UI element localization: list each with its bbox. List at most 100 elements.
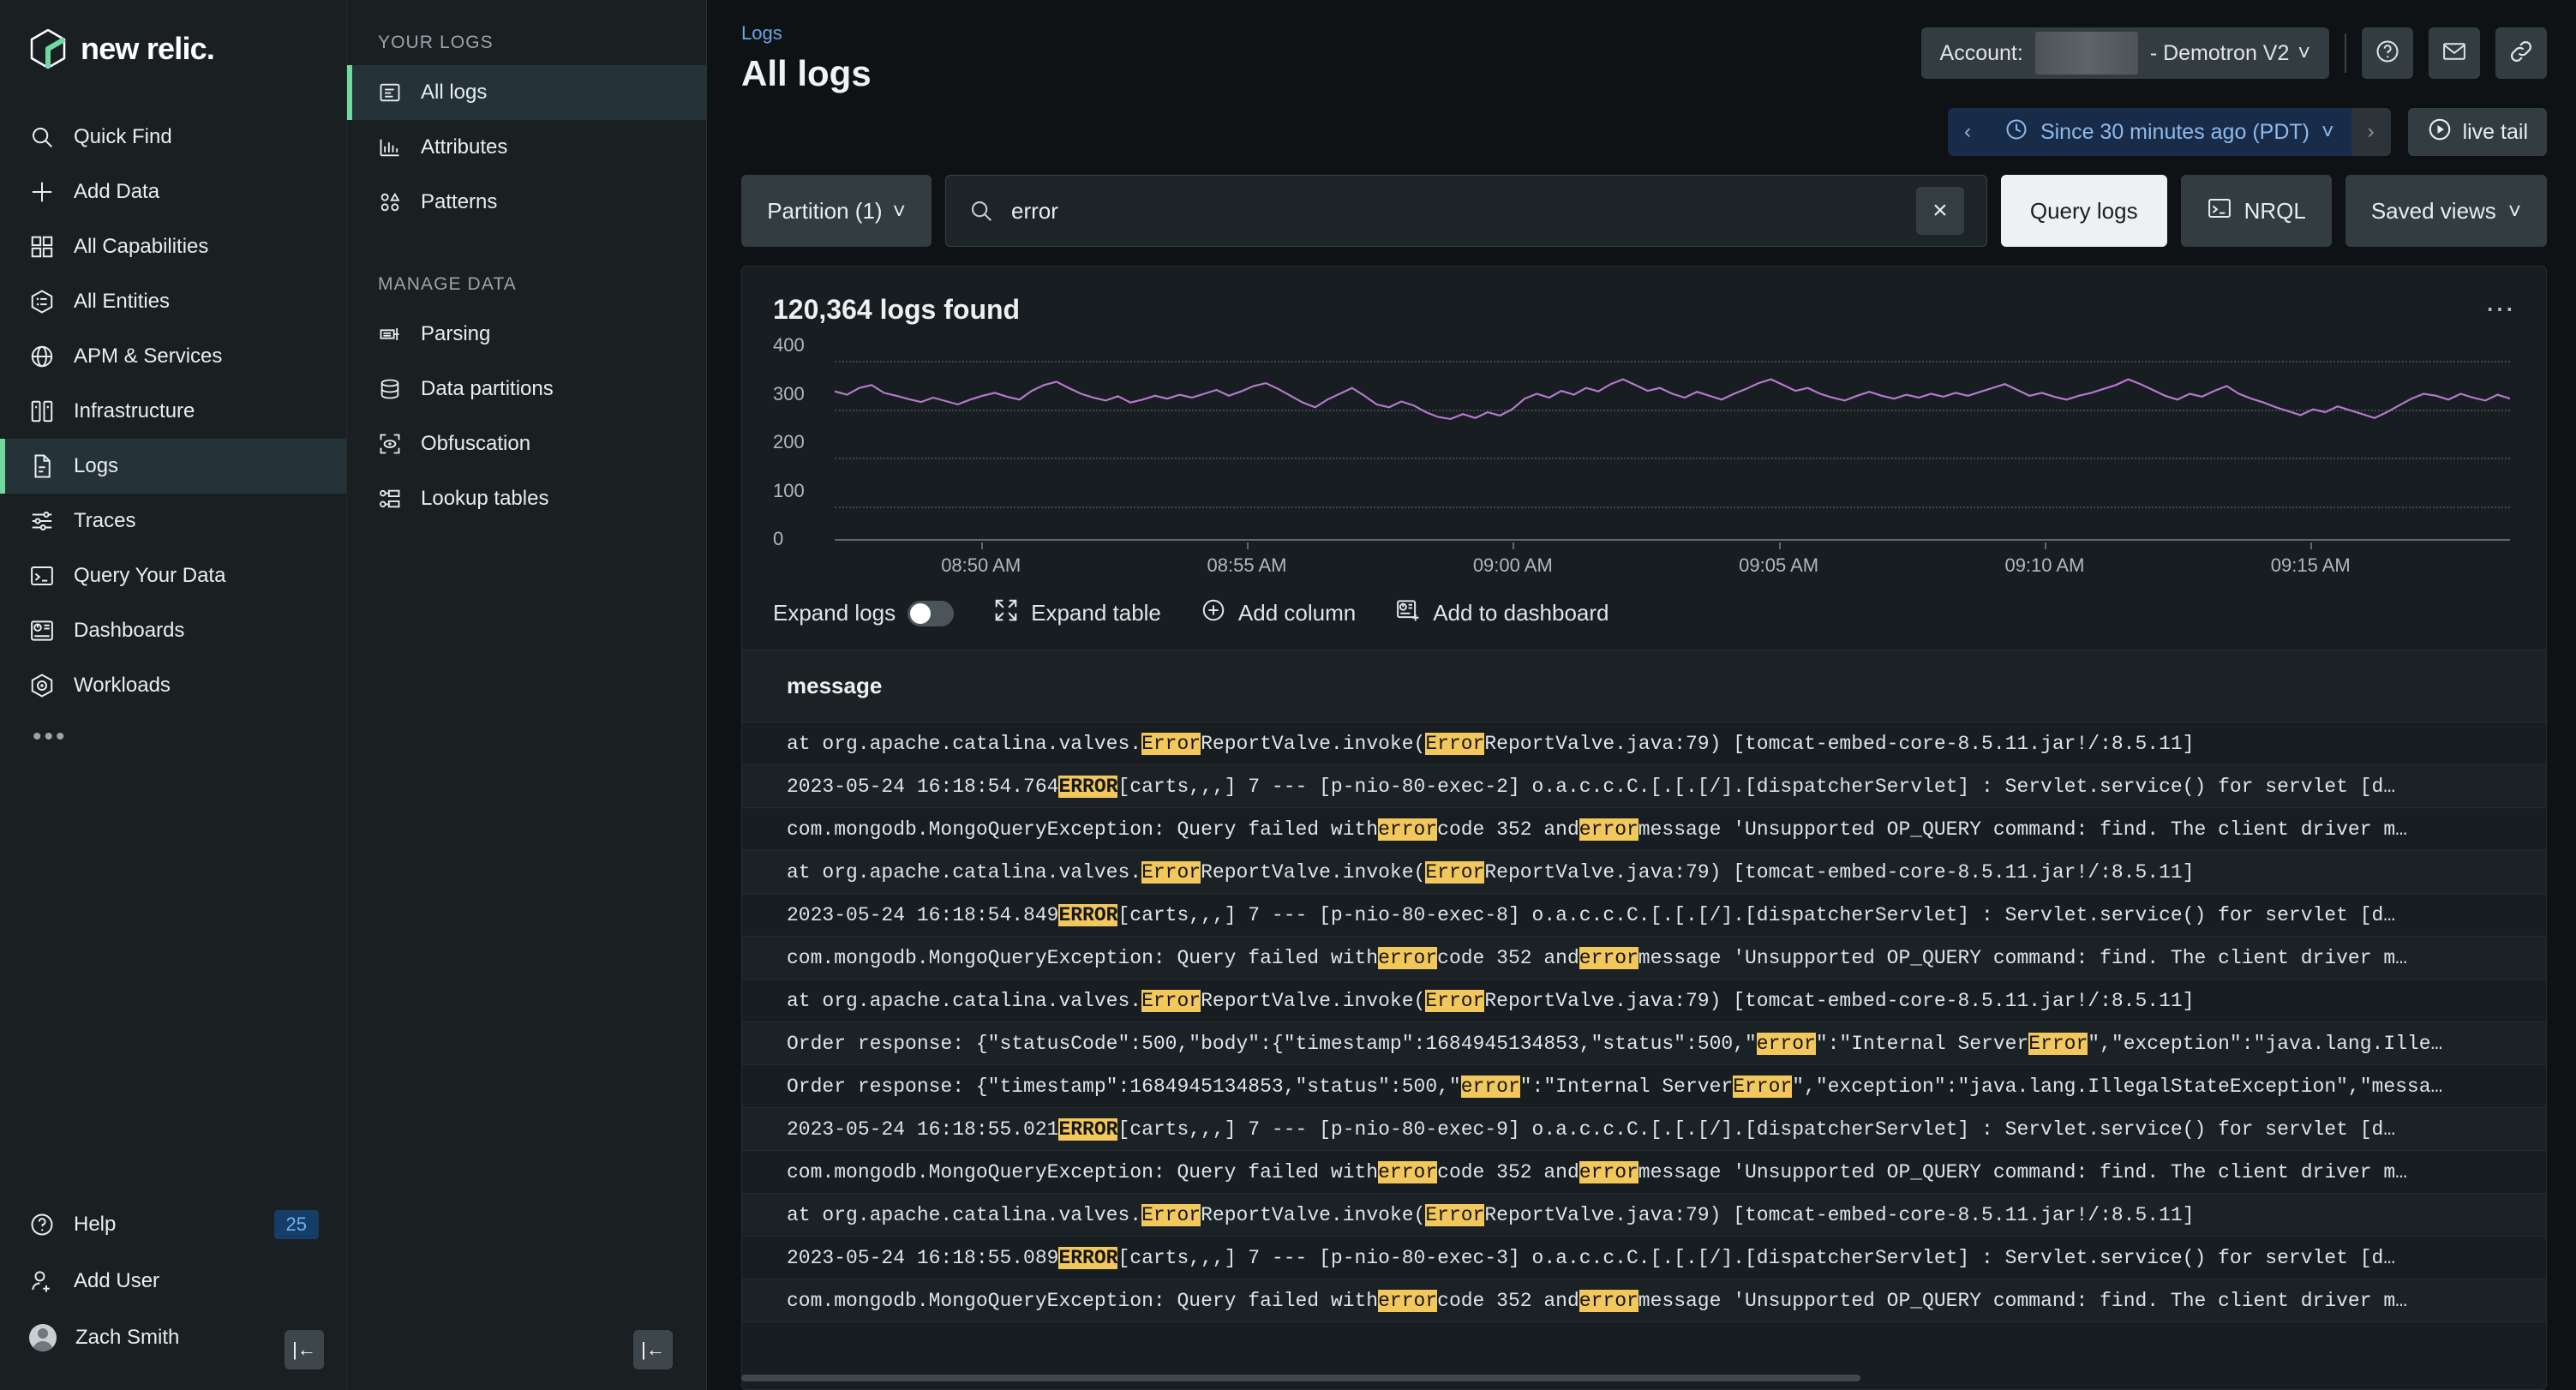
table-row[interactable]: com.mongodb.MongoQueryException: Query f… bbox=[742, 1279, 2546, 1322]
chart-y-tick-label: 200 bbox=[773, 431, 805, 453]
sidebar-item-query-your-data[interactable]: Query Your Data bbox=[0, 548, 346, 603]
table-row[interactable]: com.mongodb.MongoQueryException: Query f… bbox=[742, 937, 2546, 980]
saved-views-label: Saved views bbox=[2371, 198, 2496, 225]
log-message-text: com.mongodb.MongoQueryException: Query f… bbox=[787, 1290, 1378, 1312]
toggle-switch[interactable] bbox=[908, 601, 954, 626]
live-tail-button[interactable]: live tail bbox=[2408, 108, 2547, 156]
collapse-left-icon: |← bbox=[641, 1339, 665, 1361]
log-message-text: ReportValve.invoke( bbox=[1201, 990, 1425, 1012]
search-term-highlight: error bbox=[1579, 947, 1638, 969]
table-row[interactable]: at org.apache.catalina.valves.ErrorRepor… bbox=[742, 851, 2546, 894]
sidebar-item-all-capabilities[interactable]: All Capabilities bbox=[0, 219, 346, 274]
add-to-dashboard-button[interactable]: Add to dashboard bbox=[1395, 597, 1609, 629]
sidebar-item-add-data[interactable]: Add Data bbox=[0, 165, 346, 219]
expand-table-button[interactable]: Expand table bbox=[993, 597, 1161, 629]
avatar bbox=[29, 1324, 57, 1351]
sidebar-item-patterns[interactable]: Patterns bbox=[347, 175, 706, 230]
saved-views-button[interactable]: Saved views ˅ bbox=[2345, 175, 2547, 247]
results-overflow-menu-button[interactable]: ⋯ bbox=[2485, 292, 2517, 327]
brand-logo[interactable]: new relic. bbox=[0, 0, 346, 86]
chart-x-tick-label: 09:00 AM bbox=[1473, 554, 1553, 577]
sidebar-item-infrastructure[interactable]: Infrastructure bbox=[0, 384, 346, 439]
sidebar-item-logs[interactable]: Logs bbox=[0, 439, 346, 494]
table-row[interactable]: 2023-05-24 16:18:55.021 ERROR [carts,,,]… bbox=[742, 1108, 2546, 1151]
sidebar-item-traces[interactable]: Traces bbox=[0, 494, 346, 548]
query-logs-label: Query logs bbox=[2030, 198, 2138, 225]
log-message-text: 2023-05-24 16:18:55.021 bbox=[787, 1118, 1058, 1141]
table-row[interactable]: at org.apache.catalina.valves.ErrorRepor… bbox=[742, 980, 2546, 1022]
table-row[interactable]: com.mongodb.MongoQueryException: Query f… bbox=[742, 1151, 2546, 1194]
search-input[interactable]: error × bbox=[945, 175, 1987, 247]
log-message-text: ReportValve.invoke( bbox=[1201, 1204, 1425, 1226]
query-logs-button[interactable]: Query logs bbox=[2001, 175, 2167, 247]
table-row[interactable]: Order response: {"timestamp":16849451348… bbox=[742, 1065, 2546, 1108]
page-header-text: Logs All logs bbox=[741, 22, 872, 94]
account-selector[interactable]: Account: - Demotron V2 ˅ bbox=[1921, 27, 2329, 79]
question-circle-icon bbox=[2375, 39, 2400, 69]
logs-sidebar: YOUR LOGS All logs Attributes Patterns M… bbox=[347, 0, 707, 1390]
sidebar-item-lookup-tables[interactable]: Lookup tables bbox=[347, 471, 706, 526]
account-name-redacted bbox=[2035, 32, 2138, 75]
sidebar-item-parsing[interactable]: Parsing bbox=[347, 307, 706, 362]
table-row[interactable]: com.mongodb.MongoQueryException: Query f… bbox=[742, 808, 2546, 851]
terminal-icon bbox=[2207, 195, 2232, 227]
sidebar-item-add-user[interactable]: Add User bbox=[0, 1253, 346, 1309]
sidebar-item-obfuscation[interactable]: Obfuscation bbox=[347, 416, 706, 471]
log-message-text: message 'Unsupported OP_QUERY command: f… bbox=[1638, 947, 2407, 969]
table-row[interactable]: Order response: {"statusCode":500,"body"… bbox=[742, 1022, 2546, 1065]
sidebar-item-quick-find[interactable]: Quick Find bbox=[0, 110, 346, 165]
nrql-button[interactable]: NRQL bbox=[2181, 175, 2332, 247]
log-message-text: ReportValve.invoke( bbox=[1201, 861, 1425, 884]
log-message-text: ReportValve.java:79) [tomcat-embed-core-… bbox=[1484, 861, 2194, 884]
search-term-highlight: Error bbox=[1141, 733, 1201, 755]
inbox-button[interactable] bbox=[2429, 27, 2480, 79]
sidebar-item-all-entities[interactable]: All Entities bbox=[0, 274, 346, 329]
list-box-icon bbox=[378, 81, 402, 105]
sidebar-item-workloads[interactable]: Workloads bbox=[0, 658, 346, 713]
log-message-text: com.mongodb.MongoQueryException: Query f… bbox=[787, 947, 1378, 969]
log-message-text: ReportValve.java:79) [tomcat-embed-core-… bbox=[1484, 733, 2194, 755]
chart-x-tick bbox=[1513, 542, 1514, 549]
breadcrumb[interactable]: Logs bbox=[741, 22, 872, 45]
sidebar-item-data-partitions[interactable]: Data partitions bbox=[347, 362, 706, 416]
logs-histogram-chart[interactable]: 010020030040008:50 AM08:55 AM09:00 AM09:… bbox=[773, 345, 2517, 577]
scrollbar-thumb[interactable] bbox=[741, 1375, 1860, 1381]
log-message-text: [carts,,,] 7 --- [p-nio-80-exec-2] o.a.c… bbox=[1117, 776, 2395, 798]
chart-x-tick-label: 09:15 AM bbox=[2271, 554, 2351, 577]
sidebar-item-dashboards[interactable]: Dashboards bbox=[0, 603, 346, 658]
expand-logs-toggle[interactable]: Expand logs bbox=[773, 600, 954, 626]
table-row[interactable]: 2023-05-24 16:18:55.089 ERROR [carts,,,]… bbox=[742, 1237, 2546, 1279]
table-row[interactable]: 2023-05-24 16:18:54.764 ERROR [carts,,,]… bbox=[742, 765, 2546, 808]
partition-selector[interactable]: Partition (1) ˅ bbox=[741, 175, 932, 247]
help-button[interactable] bbox=[2362, 27, 2413, 79]
table-column-header-message[interactable]: message bbox=[742, 650, 2546, 722]
time-prev-button[interactable]: ‹ bbox=[1948, 108, 1987, 156]
table-row[interactable]: 2023-05-24 16:18:54.849 ERROR [carts,,,]… bbox=[742, 894, 2546, 937]
sidebar-item-attributes[interactable]: Attributes bbox=[347, 120, 706, 175]
time-range-button[interactable]: Since 30 minutes ago (PDT) ˅ bbox=[1987, 108, 2351, 156]
log-message-text: message 'Unsupported OP_QUERY command: f… bbox=[1638, 1161, 2407, 1183]
header-actions: Account: - Demotron V2 ˅ bbox=[1921, 27, 2547, 79]
sidebar-item-apm-services[interactable]: APM & Services bbox=[0, 329, 346, 384]
collapse-primary-sidebar-button[interactable]: |← bbox=[285, 1330, 324, 1369]
sidebar-item-label: Parsing bbox=[421, 322, 490, 346]
log-message-text: ":"Internal Server bbox=[1816, 1033, 2028, 1055]
add-column-button[interactable]: Add column bbox=[1201, 597, 1356, 629]
search-input-value[interactable]: error bbox=[1011, 198, 1899, 225]
workloads-hexagon-icon bbox=[29, 673, 55, 698]
log-message-text: [carts,,,] 7 --- [p-nio-80-exec-3] o.a.c… bbox=[1117, 1247, 2395, 1269]
time-range-picker[interactable]: ‹ Since 30 minutes ago (PDT) ˅ › bbox=[1948, 108, 2391, 156]
collapse-logs-sidebar-button[interactable]: |← bbox=[633, 1330, 673, 1369]
divider bbox=[2345, 33, 2346, 73]
sidebar-item-all-logs[interactable]: All logs bbox=[347, 65, 706, 120]
table-row[interactable]: at org.apache.catalina.valves.ErrorRepor… bbox=[742, 722, 2546, 765]
horizontal-scrollbar[interactable] bbox=[741, 1375, 2547, 1383]
log-message-text: [carts,,,] 7 --- [p-nio-80-exec-8] o.a.c… bbox=[1117, 904, 2395, 926]
sidebar-item-help[interactable]: Help 25 bbox=[0, 1196, 346, 1253]
clear-search-button[interactable]: × bbox=[1916, 187, 1964, 235]
table-row[interactable]: at org.apache.catalina.valves.ErrorRepor… bbox=[742, 1194, 2546, 1237]
sidebar-more-button[interactable]: ••• bbox=[0, 713, 346, 761]
time-next-button[interactable]: › bbox=[2351, 108, 2391, 156]
share-link-button[interactable] bbox=[2495, 27, 2547, 79]
log-rows-list: at org.apache.catalina.valves.ErrorRepor… bbox=[742, 722, 2546, 1389]
